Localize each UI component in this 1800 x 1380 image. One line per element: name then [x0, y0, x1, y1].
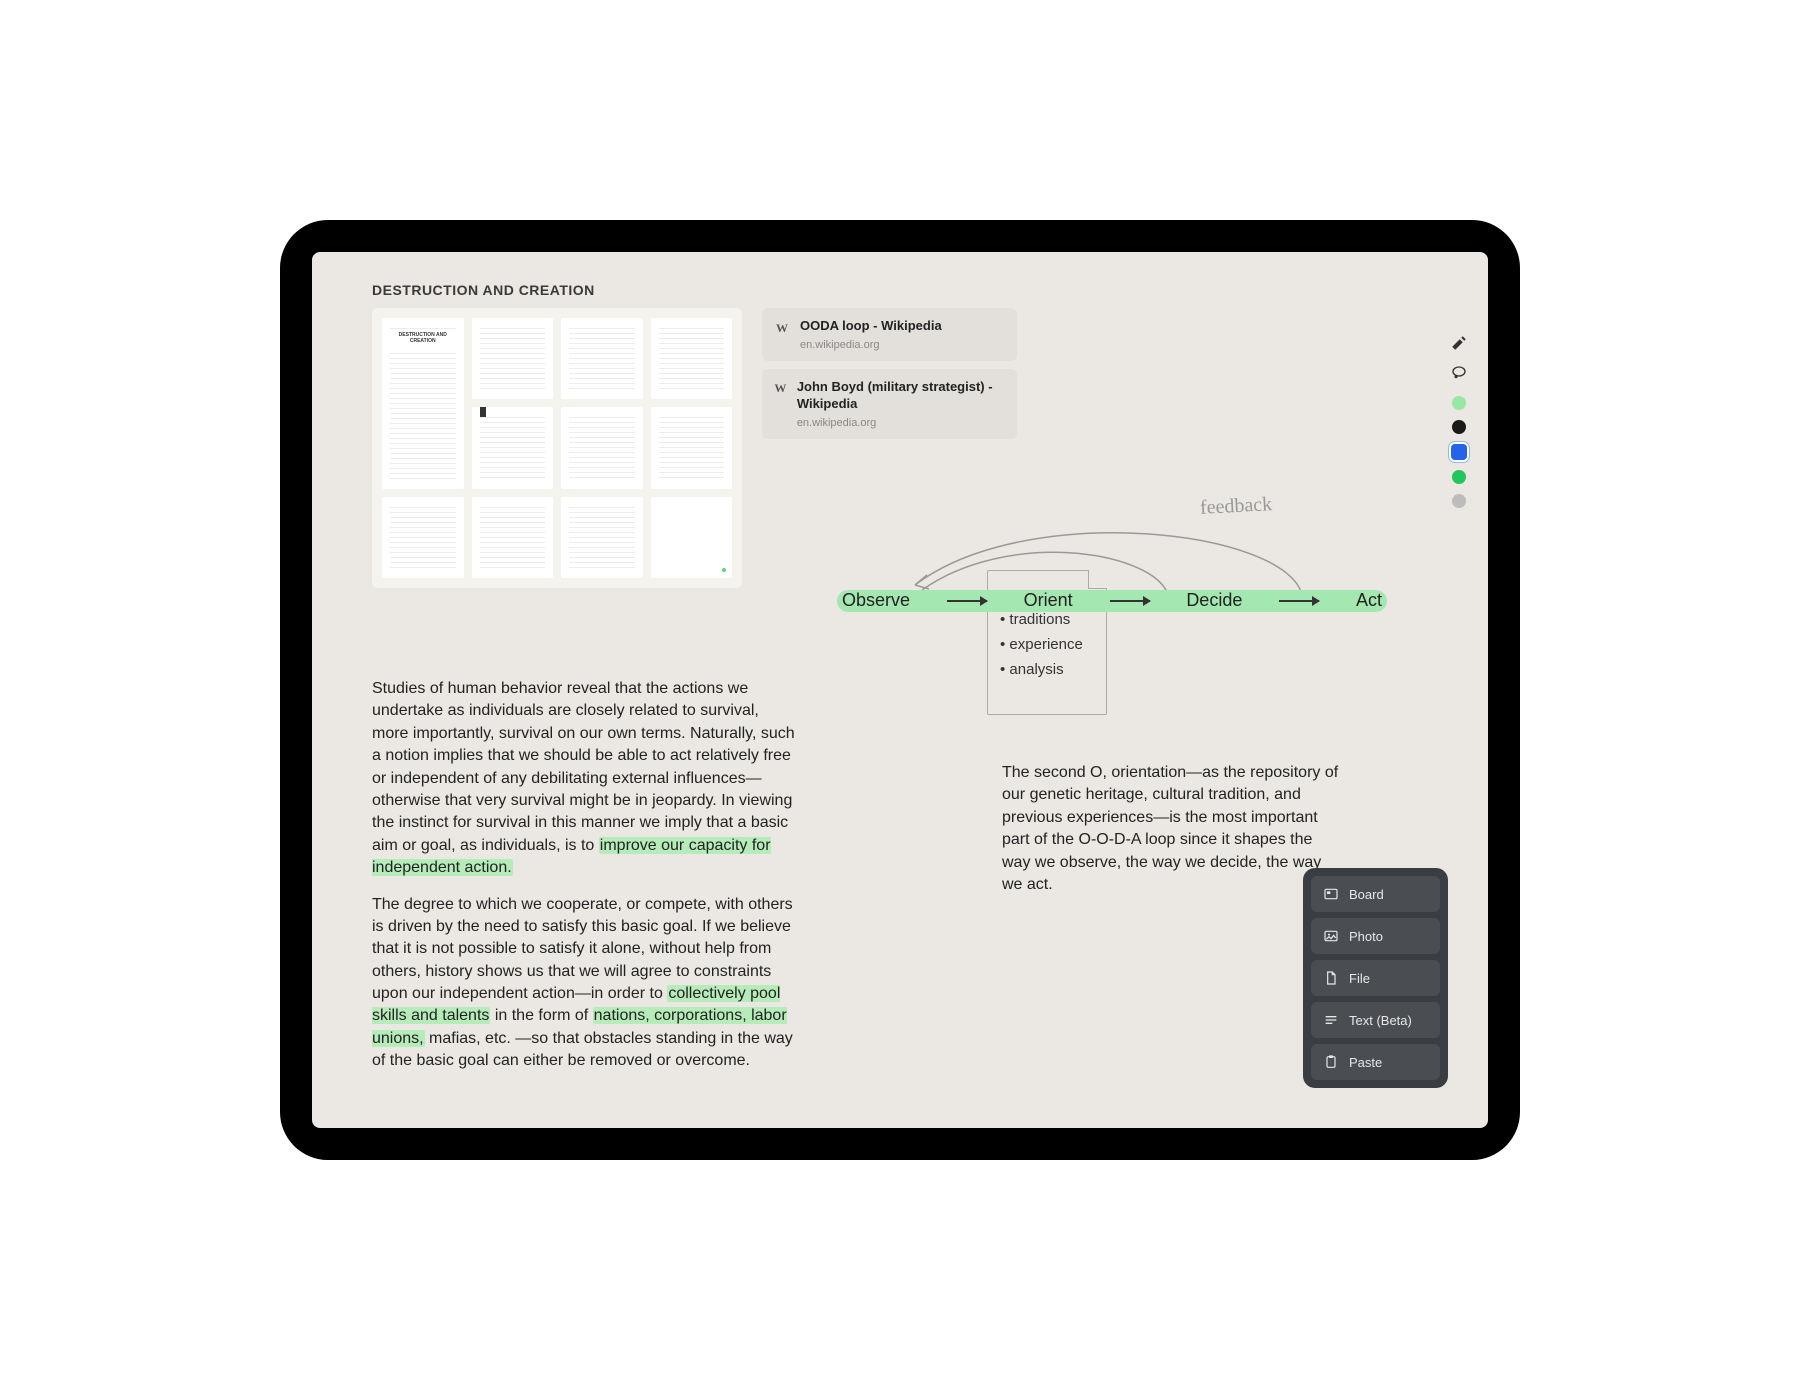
page-thumb-8[interactable] — [382, 497, 464, 578]
link-card-ooda[interactable]: W OODA loop - Wikipedia en.wikipedia.org — [762, 308, 1017, 361]
arrow-icon — [947, 600, 987, 602]
photo-icon — [1323, 928, 1339, 944]
page-thumb-3[interactable] — [561, 318, 643, 399]
page-thumb-1[interactable] — [382, 318, 464, 489]
document-title: DESTRUCTION AND CREATION — [372, 282, 1428, 298]
excerpt-text[interactable]: Studies of human behavior reveal that th… — [372, 678, 797, 1073]
color-swatch[interactable] — [1452, 396, 1466, 410]
arrow-icon — [1279, 600, 1319, 602]
canvas-screen[interactable]: DESTRUCTION AND CREATION W OODA loop - W… — [312, 252, 1488, 1128]
lasso-tool-icon[interactable] — [1448, 362, 1470, 384]
page-thumb-9[interactable] — [472, 497, 554, 578]
menu-item-board[interactable]: Board — [1311, 876, 1440, 912]
highlighter-tool-icon[interactable] — [1448, 332, 1470, 354]
color-swatch[interactable] — [1452, 420, 1466, 434]
link-title: OODA loop - Wikipedia — [800, 318, 942, 335]
page-thumb-10[interactable] — [561, 497, 643, 578]
link-url: en.wikipedia.org — [800, 339, 942, 351]
color-swatch[interactable] — [1452, 470, 1466, 484]
page-thumb-6[interactable] — [561, 407, 643, 488]
feedback-arrow — [907, 510, 1307, 600]
menu-item-file[interactable]: File — [1311, 960, 1440, 996]
insert-menu: Board Photo File Text (Beta) Paste — [1303, 868, 1448, 1088]
ooda-act: Act — [1356, 590, 1382, 611]
arrow-icon — [1110, 600, 1150, 602]
link-title: John Boyd (military strategist) - Wikipe… — [797, 379, 1005, 413]
ooda-orient: Orient — [1024, 590, 1073, 611]
page-thumb-4[interactable] — [651, 318, 733, 399]
paste-icon — [1323, 1054, 1339, 1070]
page-thumb-7[interactable] — [651, 407, 733, 488]
ooda-observe: Observe — [842, 590, 910, 611]
ooda-decide: Decide — [1186, 590, 1242, 611]
wikipedia-icon: W — [774, 320, 790, 336]
tablet-frame: DESTRUCTION AND CREATION W OODA loop - W… — [280, 220, 1520, 1160]
menu-item-photo[interactable]: Photo — [1311, 918, 1440, 954]
document-thumbnails[interactable] — [372, 308, 742, 588]
link-url: en.wikipedia.org — [797, 417, 1005, 429]
board-icon — [1323, 886, 1339, 902]
file-icon — [1323, 970, 1339, 986]
link-card-boyd[interactable]: W John Boyd (military strategist) - Wiki… — [762, 369, 1017, 439]
wikipedia-icon: W — [774, 381, 787, 397]
text-icon — [1323, 1012, 1339, 1028]
color-swatch[interactable] — [1451, 444, 1467, 460]
annotation-text[interactable]: The second O, orientation—as the reposit… — [1002, 762, 1342, 896]
menu-item-paste[interactable]: Paste — [1311, 1044, 1440, 1080]
color-swatch[interactable] — [1452, 494, 1466, 508]
page-thumb-2[interactable] — [472, 318, 554, 399]
page-thumb-11[interactable] — [651, 497, 733, 578]
menu-item-text[interactable]: Text (Beta) — [1311, 1002, 1440, 1038]
pen-toolbar — [1448, 332, 1470, 508]
page-thumb-5[interactable] — [472, 407, 554, 488]
